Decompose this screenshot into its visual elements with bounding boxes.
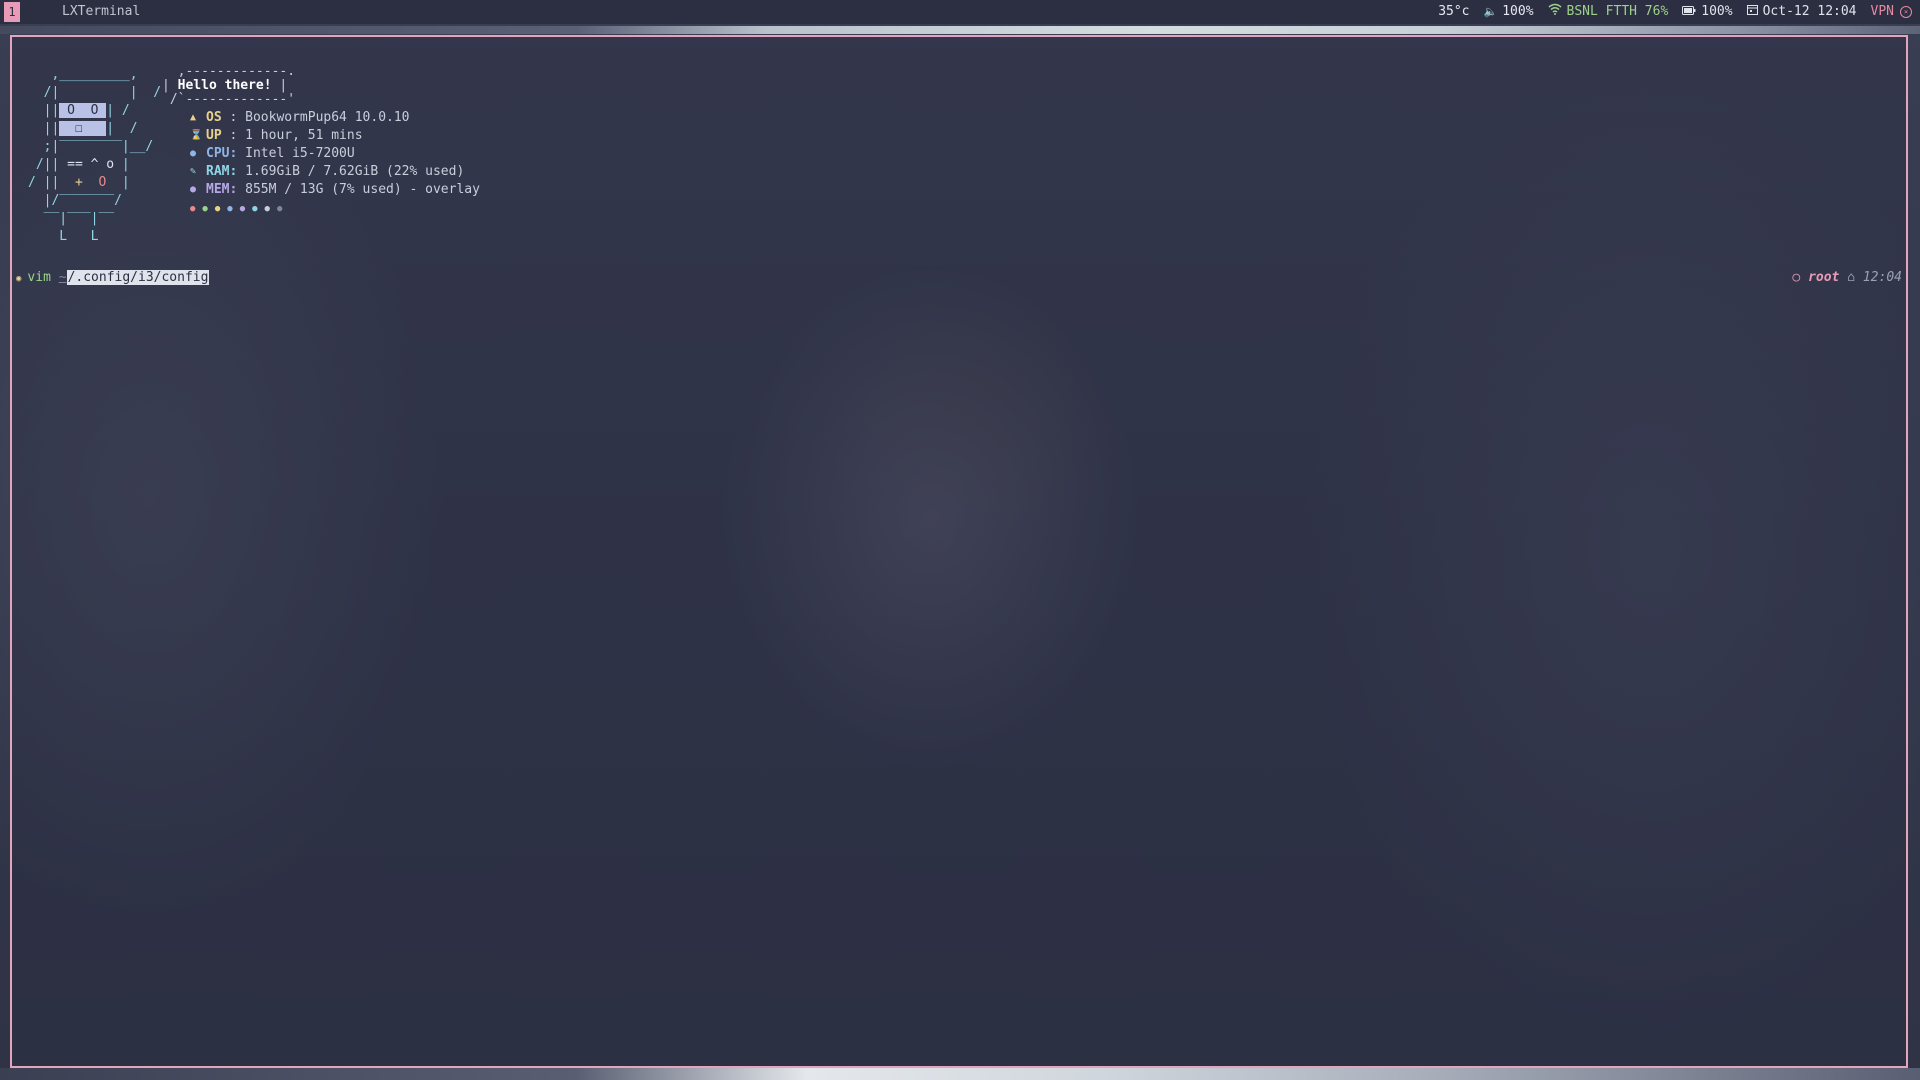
color-palette-icons: ● ● ● ● ● ● ● ● [190,200,480,218]
battery-icon [1682,0,1696,24]
battery-block[interactable]: 100% [1682,0,1733,24]
username: root [1808,270,1840,285]
vpn-label: VPN [1870,4,1894,19]
prompt-icon: ◉ [16,274,22,284]
home-tilde: ~ [58,270,67,285]
network-block[interactable]: BSNL FTTH 76% [1548,0,1669,24]
os-key: OS [206,110,222,125]
palette-icon-blue: ● [227,204,233,214]
wallpaper-edge-top [0,26,1920,34]
wifi-icon [1548,0,1562,24]
palette-icon-cyan: ● [252,204,258,214]
command-text: vim [27,270,51,285]
status-area: 35°c 🔈 100% BSNL FTTH 76% 100% Oct-12 12… [1424,0,1912,24]
datetime-block[interactable]: Oct-12 12:04 [1746,0,1857,24]
vpn-block[interactable]: VPN × [1871,0,1912,24]
greeting-text: Hello there! [177,78,272,93]
palette-icon-green: ● [202,204,208,214]
config-path: /.config/i3/config [66,270,210,285]
uptime-key: UP [206,128,222,143]
prompt-time: 12:04 [1862,270,1902,285]
ram-icon: ✎ [190,166,197,177]
mem-value: 855M / 13G (7% used) - overlay [237,182,480,197]
network-value: BSNL FTTH 76% [1566,4,1669,19]
palette-icon-white: ● [264,204,270,214]
info-row-mem: ● MEM: 855M / 13G (7% used) - overlay [190,181,480,199]
ram-value: 1.69GiB / 7.62GiB (22% used) [237,164,465,179]
palette-icon-red: ● [190,204,196,214]
clock-icon: ⌂ [1847,270,1856,285]
palette-icon-purple: ● [239,204,246,214]
palette-icon-yellow: ● [214,204,221,214]
os-value: : BookwormPup64 10.0.10 [221,110,410,125]
datetime-value: Oct-12 12:04 [1762,4,1857,19]
prompt-right: ○ root ⌂ 12:04 [1792,268,1902,288]
info-row-uptime: ⌛ UP : 1 hour, 51 mins [190,127,480,145]
info-row-cpu: ● CPU: Intel i5-7200U [190,145,480,163]
volume-icon: 🔈 [1483,5,1498,18]
temperature-value: 35°c [1438,4,1470,19]
os-icon: ▲ [190,112,197,123]
greeting-bubble: ,-------------. | Hello there! | /`-----… [162,64,296,107]
palette-icon-gray: ● [276,204,283,214]
hourglass-icon: ⌛ [190,130,203,141]
window-title: LXTerminal [62,4,141,19]
ascii-art-computer: ,_________, /| | / || O O | / || ☐ | / ;… [28,67,162,244]
system-info: ▲ OS : BookwormPup64 10.0.10 ⌛ UP : 1 hour… [190,109,480,218]
ram-key: RAM: [206,164,238,179]
cpu-icon: ● [190,148,197,159]
volume-block[interactable]: 🔈 100% [1484,0,1534,24]
cpu-value: Intel i5-7200U [237,146,355,161]
workspace-button[interactable]: 1 [4,2,20,22]
cpu-key: CPU: [206,146,238,161]
info-row-os: ▲ OS : BookwormPup64 10.0.10 [190,109,480,127]
mem-key: MEM: [206,182,238,197]
volume-value: 100% [1502,4,1534,19]
wallpaper-edge-bottom [0,1068,1920,1080]
user-ring-icon: ○ [1792,270,1801,285]
terminal-window[interactable]: ,_________, /| | / || O O | / || ☐ | / ;… [10,35,1908,1068]
info-row-ram: ✎ RAM: 1.69GiB / 7.62GiB (22% used) [190,163,480,181]
command-line[interactable]: ◉ vim ~/.config/i3/config ○ root ⌂ 12:04 [16,268,1906,288]
calendar-icon [1746,0,1758,24]
battery-value: 100% [1701,4,1733,19]
temperature-block[interactable]: 35°c [1438,0,1469,24]
top-bar: 1 LXTerminal 35°c 🔈 100% BSNL FTTH 76% 1… [0,0,1920,24]
uptime-value: : 1 hour, 51 mins [221,128,363,143]
mem-icon: ● [190,184,197,195]
vpn-status-icon: × [1900,6,1912,18]
